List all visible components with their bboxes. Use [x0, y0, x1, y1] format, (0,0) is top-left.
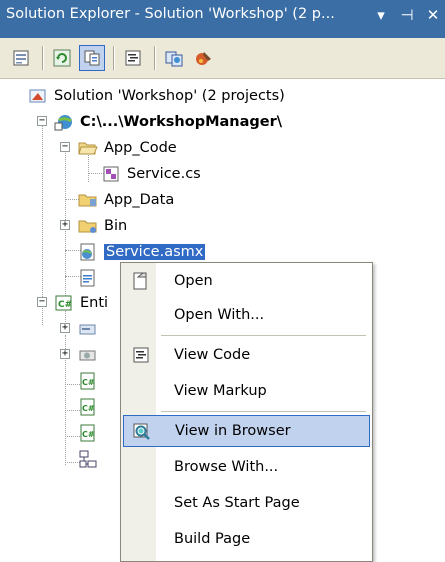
open-icon — [123, 271, 158, 291]
view-code-icon — [123, 347, 158, 363]
menu-item-label: View Code — [174, 347, 251, 363]
view-code-icon[interactable] — [120, 45, 146, 71]
menu-item-browse-with[interactable]: Browse With... — [123, 451, 370, 483]
menu-item-label: Build Page — [174, 531, 251, 547]
menu-item-view-code[interactable]: View Code — [123, 339, 370, 371]
tree-guide-line — [42, 125, 43, 325]
view-in-browser-icon — [124, 422, 159, 440]
menu-item-label: Open With... — [174, 307, 265, 323]
collapse-entities-project-toggle[interactable]: − — [37, 297, 47, 307]
csharp-file-icon: C# — [78, 397, 98, 417]
bin-label: Bin — [104, 218, 128, 234]
solution-explorer-toolbar — [0, 38, 445, 79]
service-cs-label: Service.cs — [127, 166, 201, 182]
app-code-label: App_Code — [104, 140, 177, 156]
svg-text:C#: C# — [82, 430, 95, 439]
menu-item-view-markup[interactable]: View Markup — [123, 375, 370, 407]
toolbar-separator — [42, 46, 43, 70]
class-file-icon — [101, 164, 121, 184]
folder-icon — [78, 190, 98, 210]
menu-item-label: Open — [174, 273, 213, 289]
collapse-project-toggle[interactable]: − — [37, 116, 47, 126]
menu-separator — [161, 411, 366, 412]
entities-project-label: Enti — [80, 295, 109, 311]
menu-item-label: Set As Start Page — [174, 495, 300, 511]
properties-folder-icon — [78, 319, 98, 339]
menu-separator — [161, 335, 366, 336]
service-asmx-label: Service.asmx — [104, 244, 206, 260]
csharp-file-icon: C# — [78, 423, 98, 443]
tree-node-cs-file[interactable]: C# — [78, 368, 104, 394]
class-diagram-icon — [78, 449, 98, 469]
tree-node-project[interactable]: C:\...\WorkshopManager\ — [54, 109, 282, 135]
expand-folder-toggle[interactable]: + — [60, 349, 70, 359]
web-config-file-icon — [78, 268, 98, 288]
tree-node-hidden[interactable] — [78, 265, 104, 291]
solution-label: Solution 'Workshop' (2 projects) — [54, 88, 285, 104]
web-project-icon — [54, 112, 74, 132]
svg-text:C#: C# — [82, 404, 95, 413]
folder-open-icon — [78, 138, 98, 158]
menu-item-label: View Markup — [174, 383, 267, 399]
close-icon[interactable]: ✕ — [423, 5, 443, 25]
auto-hide-pin-icon[interactable]: ⊣ — [397, 5, 417, 25]
web-service-file-icon — [78, 242, 98, 262]
menu-item-label: View in Browser — [175, 423, 291, 439]
window-position-dropdown-icon[interactable]: ▾ — [371, 5, 391, 25]
menu-item-open[interactable]: Open — [123, 265, 370, 297]
show-all-files-icon[interactable] — [79, 45, 105, 71]
references-icon — [78, 345, 98, 365]
copy-website-icon[interactable] — [161, 45, 187, 71]
csharp-project-icon: C# — [54, 293, 74, 313]
toolbar-separator — [113, 46, 114, 70]
tree-node-references[interactable] — [78, 342, 104, 368]
tree-node-solution[interactable]: Solution 'Workshop' (2 projects) — [28, 83, 285, 109]
tree-node-properties[interactable] — [78, 316, 104, 342]
solution-icon — [28, 86, 48, 106]
tree-node-app-data[interactable]: App_Data — [78, 187, 174, 213]
asp-net-config-icon[interactable] — [191, 45, 217, 71]
window-title: Solution Explorer - Solution 'Workshop' … — [6, 6, 335, 22]
title-bar: Solution Explorer - Solution 'Workshop' … — [0, 0, 445, 38]
expand-bin-toggle[interactable]: + — [60, 220, 70, 230]
folder-icon — [78, 216, 98, 236]
svg-text:C#: C# — [82, 378, 95, 387]
collapse-app-code-toggle[interactable]: − — [60, 142, 70, 152]
tree-node-bin[interactable]: Bin — [78, 213, 127, 239]
expand-folder-toggle[interactable]: + — [60, 323, 70, 333]
tree-node-cs-file[interactable]: C# — [78, 420, 104, 446]
app-data-label: App_Data — [104, 192, 175, 208]
properties-icon[interactable] — [8, 45, 34, 71]
tree-node-class-diagram[interactable] — [78, 446, 104, 472]
tree-node-entities-project[interactable]: C# Enti — [54, 290, 108, 316]
svg-text:C#: C# — [58, 300, 72, 310]
menu-item-set-as-start-page[interactable]: Set As Start Page — [123, 487, 370, 519]
toolbar-separator — [154, 46, 155, 70]
menu-item-label: Browse With... — [174, 459, 279, 475]
menu-item-view-in-browser[interactable]: View in Browser — [123, 415, 370, 447]
menu-item-build-page[interactable]: Build Page — [123, 523, 370, 555]
tree-node-app-code[interactable]: App_Code — [78, 135, 177, 161]
project-label: C:\...\WorkshopManager\ — [80, 114, 283, 130]
menu-item-open-with[interactable]: Open With... — [123, 299, 370, 331]
tree-node-cs-file[interactable]: C# — [78, 394, 104, 420]
csharp-file-icon: C# — [78, 371, 98, 391]
refresh-icon[interactable] — [49, 45, 75, 71]
context-menu: Open Open With... View Code View Markup … — [120, 262, 373, 562]
tree-node-service-cs[interactable]: Service.cs — [101, 161, 201, 187]
